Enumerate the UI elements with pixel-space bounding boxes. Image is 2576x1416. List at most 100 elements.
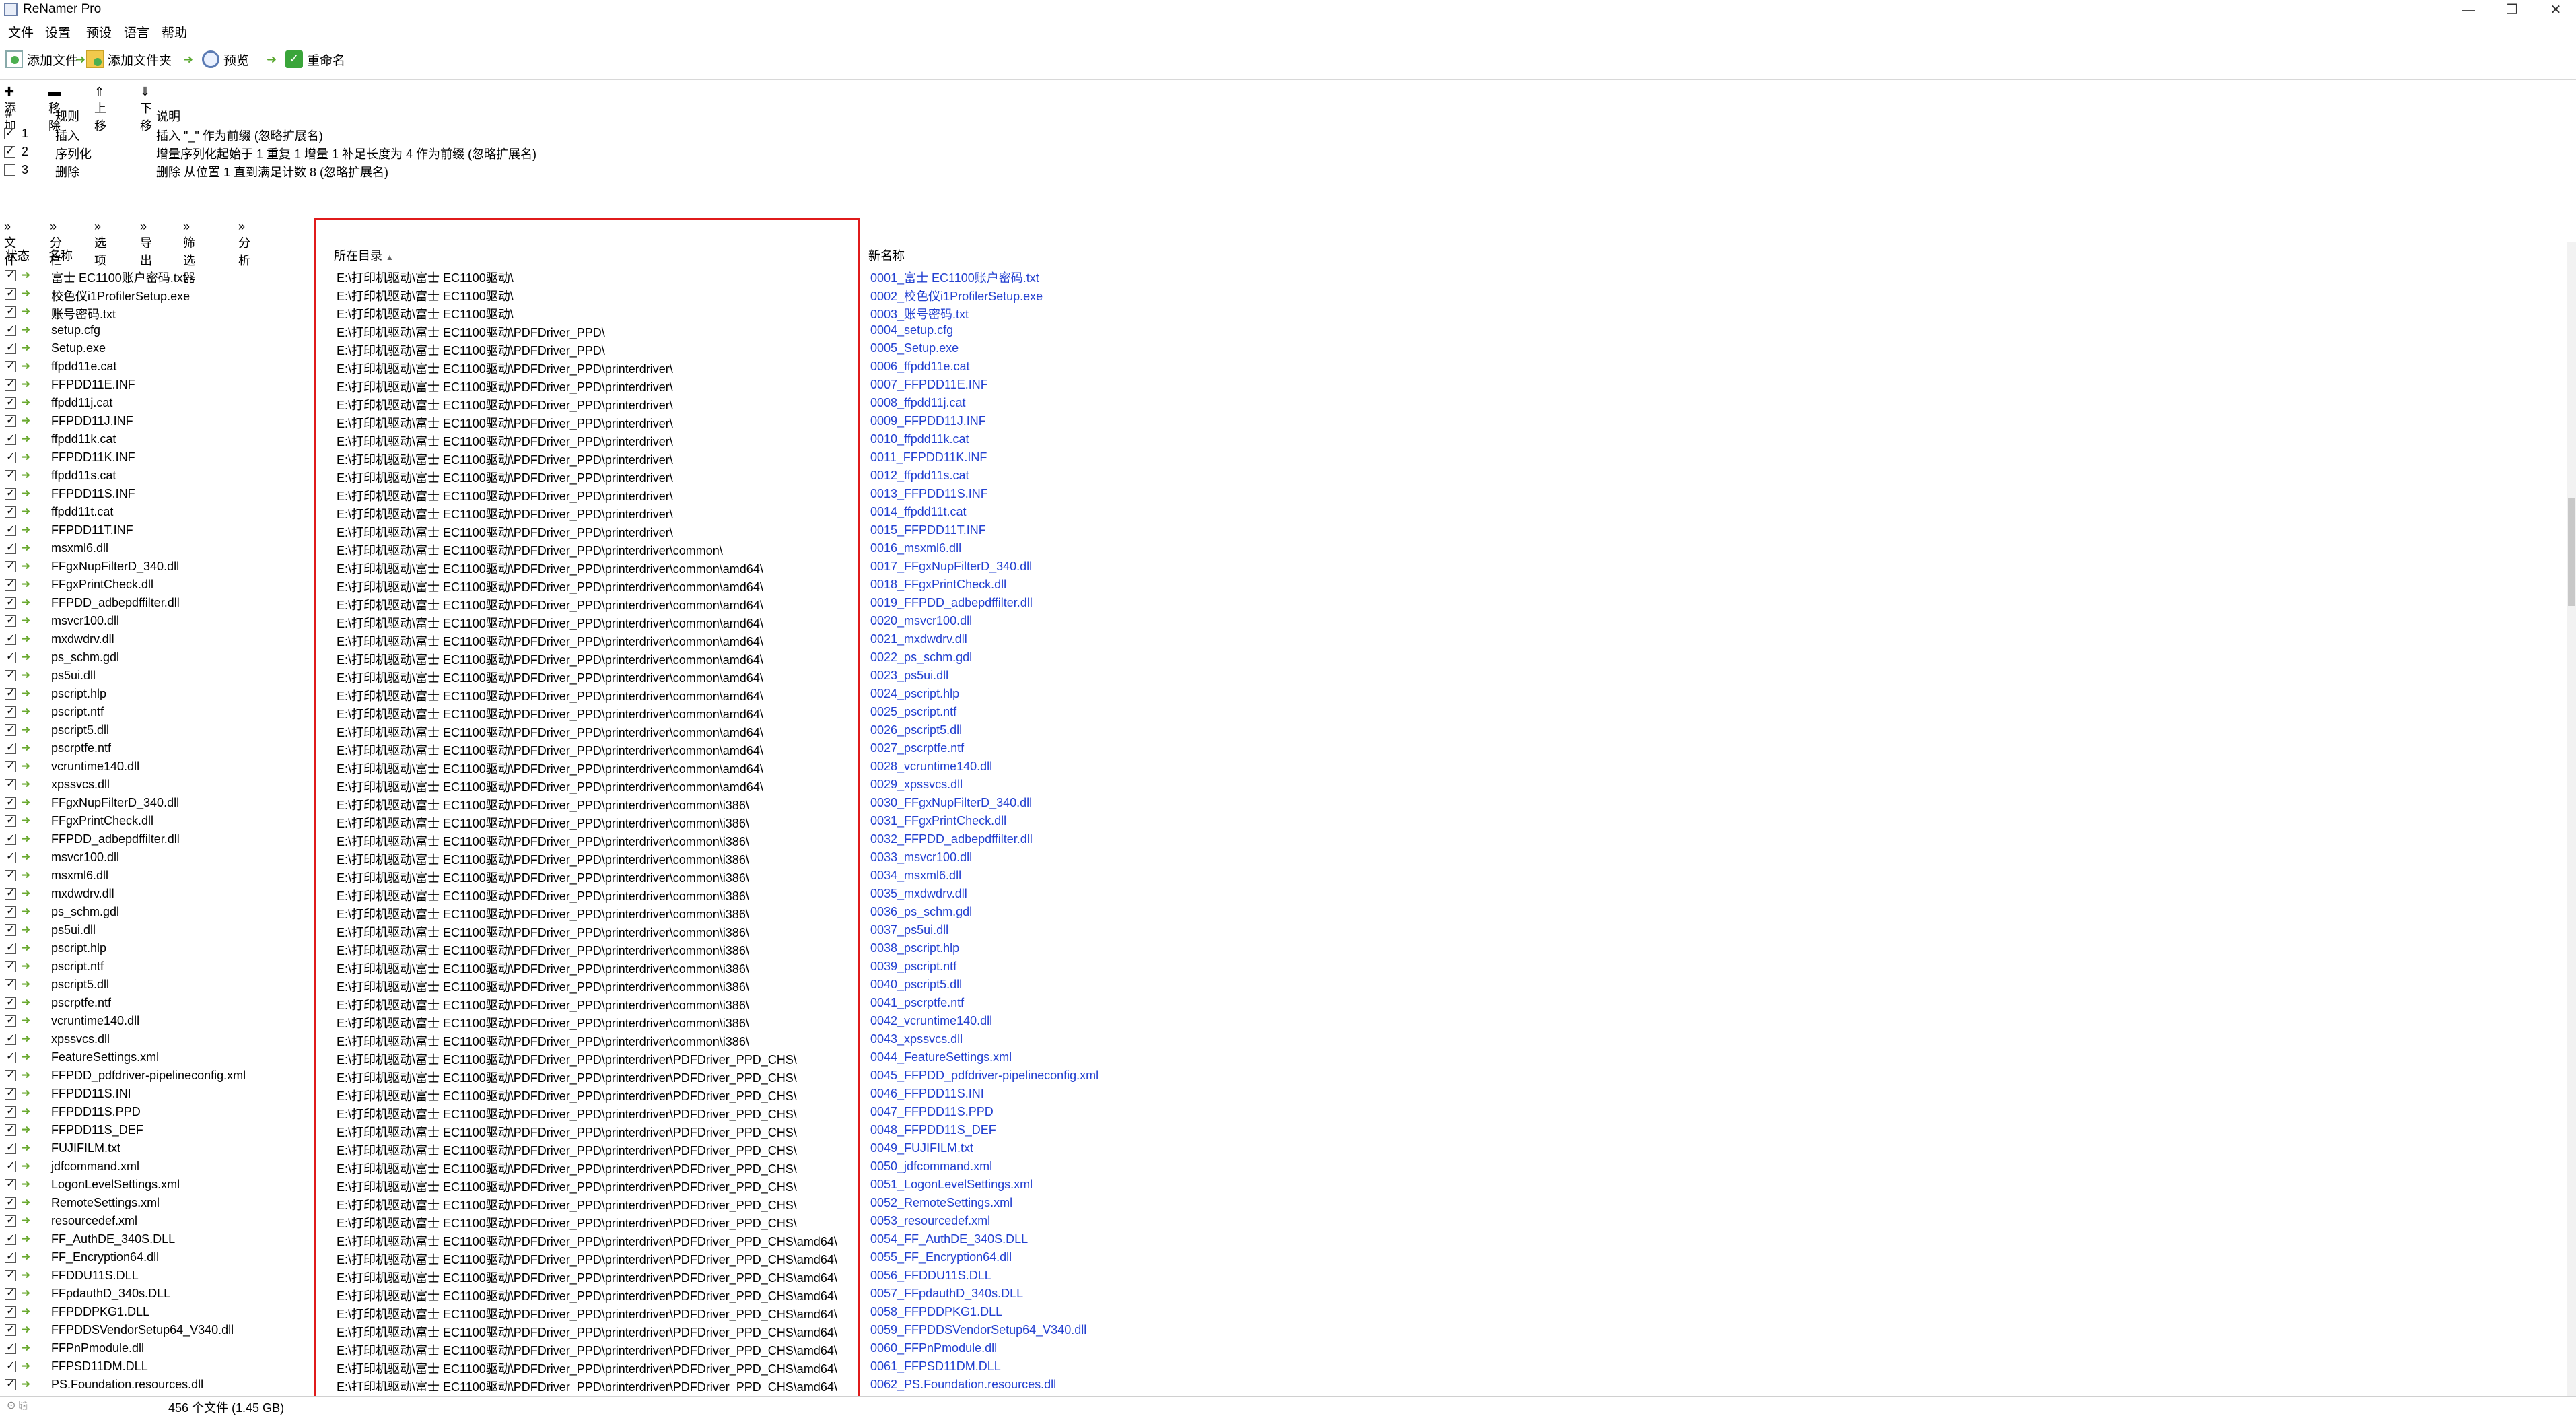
col-path[interactable]: 所在目录 ▲ xyxy=(334,246,394,264)
file-row[interactable]: ➜ ps5ui.dll E:\打印机驱动\富士 EC1100驱动\PDFDriver… xyxy=(0,921,2565,939)
file-row[interactable]: ➜ FFPDDSVendorSetup64_V340.dll E:\打印机驱动\富士… xyxy=(0,1321,2565,1339)
file-row[interactable]: ➜ LogonLevelSettings.xml E:\打印机驱动\富士 EC110… xyxy=(0,1176,2565,1194)
file-checkbox[interactable] xyxy=(5,922,16,936)
file-row[interactable]: ➜ pscript.ntf E:\打印机驱动\富士 EC1100驱动\PDFDriv… xyxy=(0,703,2565,721)
file-row[interactable]: ➜ Setup.exe E:\打印机驱动\富士 EC1100驱动\PDFDriver… xyxy=(0,339,2565,358)
file-row[interactable]: ➜ ffpdd11s.cat E:\打印机驱动\富士 EC1100驱动\PDFDri… xyxy=(0,467,2565,485)
file-row[interactable]: ➜ ffpdd11e.cat E:\打印机驱动\富士 EC1100驱动\PDFDri… xyxy=(0,358,2565,376)
file-checkbox[interactable] xyxy=(5,577,16,591)
file-checkbox[interactable] xyxy=(5,941,16,954)
file-row[interactable]: ➜ ps_schm.gdl E:\打印机驱动\富士 EC1100驱动\PDFDriv… xyxy=(0,648,2565,667)
file-checkbox[interactable] xyxy=(5,977,16,990)
file-checkbox[interactable] xyxy=(5,1159,16,1172)
file-row[interactable]: ➜ jdfcommand.xml E:\打印机驱动\富士 EC1100驱动\PDFD… xyxy=(0,1157,2565,1176)
file-list[interactable]: ➜ 富士 EC1100账户密码.txt E:\打印机驱动\富士 EC1100驱动\ 0… xyxy=(0,267,2565,1391)
file-row[interactable]: ➜ FFDDU11S.DLL E:\打印机驱动\富士 EC1100驱动\PDFDri… xyxy=(0,1267,2565,1285)
file-row[interactable]: ➜ xpssvcs.dll E:\打印机驱动\富士 EC1100驱动\PDFDriv… xyxy=(0,776,2565,794)
file-checkbox[interactable] xyxy=(5,759,16,772)
file-checkbox[interactable] xyxy=(5,1359,16,1372)
file-checkbox[interactable] xyxy=(5,795,16,809)
file-row[interactable]: ➜ FFPSD11DM.DLL E:\打印机驱动\富士 EC1100驱动\PDFDr… xyxy=(0,1357,2565,1376)
rule-checkbox[interactable] xyxy=(4,126,15,139)
file-checkbox[interactable] xyxy=(5,1068,16,1081)
file-checkbox[interactable] xyxy=(5,559,16,572)
menu-help[interactable]: 帮助 xyxy=(162,23,187,41)
file-row[interactable]: ➜ pscript.ntf E:\打印机驱动\富士 EC1100驱动\PDFDriv… xyxy=(0,957,2565,976)
maximize-icon[interactable]: ❐ xyxy=(2492,0,2532,20)
rules-col-rule[interactable]: 规则 xyxy=(55,107,79,125)
file-checkbox[interactable] xyxy=(5,1177,16,1190)
file-checkbox[interactable] xyxy=(5,613,16,627)
file-row[interactable]: ➜ PS.Foundation.resources.dll E:\打印机驱动\富士 … xyxy=(0,1376,2565,1391)
file-row[interactable]: ➜ 校色仪i1ProfilerSetup.exe E:\打印机驱动\富士 EC110… xyxy=(0,285,2565,303)
file-checkbox[interactable] xyxy=(5,1377,16,1390)
menu-language[interactable]: 语言 xyxy=(124,23,149,41)
file-row[interactable]: ➜ FF_AuthDE_340S.DLL E:\打印机驱动\富士 EC1100驱动\… xyxy=(0,1230,2565,1248)
file-row[interactable]: ➜ mxdwdrv.dll E:\打印机驱动\富士 EC1100驱动\PDFDriv… xyxy=(0,885,2565,903)
file-row[interactable]: ➜ ffpdd11t.cat E:\打印机驱动\富士 EC1100驱动\PDFDri… xyxy=(0,503,2565,521)
file-checkbox[interactable] xyxy=(5,1013,16,1027)
file-checkbox[interactable] xyxy=(5,323,16,336)
file-checkbox[interactable] xyxy=(5,904,16,918)
file-row[interactable]: ➜ FFPnPmodule.dll E:\打印机驱动\富士 EC1100驱动\PDF… xyxy=(0,1339,2565,1357)
file-row[interactable]: ➜ ffpdd11j.cat E:\打印机驱动\富士 EC1100驱动\PDFDri… xyxy=(0,394,2565,412)
file-checkbox[interactable] xyxy=(5,1050,16,1063)
menu-file[interactable]: 文件 xyxy=(8,23,34,41)
file-row[interactable]: ➜ msvcr100.dll E:\打印机驱动\富士 EC1100驱动\PDFDri… xyxy=(0,612,2565,630)
file-row[interactable]: ➜ RemoteSettings.xml E:\打印机驱动\富士 EC1100驱动\… xyxy=(0,1194,2565,1212)
file-row[interactable]: ➜ FFPDD_pdfdriver-pipelineconfig.xml E:\打印… xyxy=(0,1067,2565,1085)
file-row[interactable]: ➜ 账号密码.txt E:\打印机驱动\富士 EC1100驱动\ 0003_账号密码.… xyxy=(0,303,2565,321)
rule-checkbox[interactable] xyxy=(4,164,15,176)
file-checkbox[interactable] xyxy=(5,832,16,845)
file-row[interactable]: ➜ ffpdd11k.cat E:\打印机驱动\富士 EC1100驱动\PDFDri… xyxy=(0,430,2565,448)
file-checkbox[interactable] xyxy=(5,1104,16,1118)
file-row[interactable]: ➜ pscrptfe.ntf E:\打印机驱动\富士 EC1100驱动\PDFDri… xyxy=(0,994,2565,1012)
file-row[interactable]: ➜ FFPDD_adbepdffilter.dll E:\打印机驱动\富士 EC11… xyxy=(0,830,2565,848)
file-row[interactable]: ➜ FFPDD11S.INI E:\打印机驱动\富士 EC1100驱动\PDFDri… xyxy=(0,1085,2565,1103)
minimize-icon[interactable]: — xyxy=(2448,0,2488,20)
file-row[interactable]: ➜ FFPDDPKG1.DLL E:\打印机驱动\富士 EC1100驱动\PDFDr… xyxy=(0,1303,2565,1321)
file-checkbox[interactable] xyxy=(5,304,16,318)
file-row[interactable]: ➜ FFpdauthD_340s.DLL E:\打印机驱动\富士 EC1100驱动\… xyxy=(0,1285,2565,1303)
file-checkbox[interactable] xyxy=(5,359,16,372)
file-checkbox[interactable] xyxy=(5,868,16,881)
file-checkbox[interactable] xyxy=(5,541,16,554)
file-row[interactable]: ➜ xpssvcs.dll E:\打印机驱动\富士 EC1100驱动\PDFDriv… xyxy=(0,1030,2565,1048)
file-row[interactable]: ➜ FFPDD11E.INF E:\打印机驱动\富士 EC1100驱动\PDFDri… xyxy=(0,376,2565,394)
file-checkbox[interactable] xyxy=(5,1086,16,1100)
file-checkbox[interactable] xyxy=(5,395,16,409)
file-row[interactable]: ➜ FUJIFILM.txt E:\打印机驱动\富士 EC1100驱动\PDFDri… xyxy=(0,1139,2565,1157)
file-checkbox[interactable] xyxy=(5,668,16,681)
file-row[interactable]: ➜ mxdwdrv.dll E:\打印机驱动\富士 EC1100驱动\PDFDriv… xyxy=(0,630,2565,648)
rules-col-num[interactable]: # xyxy=(5,107,12,121)
scrollbar-thumb[interactable] xyxy=(2568,498,2575,606)
file-row[interactable]: ➜ FFPDD11J.INF E:\打印机驱动\富士 EC1100驱动\PDFDri… xyxy=(0,412,2565,430)
file-row[interactable]: ➜ FFgxNupFilterD_340.dll E:\打印机驱动\富士 EC110… xyxy=(0,794,2565,812)
file-checkbox[interactable] xyxy=(5,886,16,900)
file-checkbox[interactable] xyxy=(5,522,16,536)
add-folders-button[interactable]: 添加文件夹 xyxy=(86,48,172,70)
file-row[interactable]: ➜ 富士 EC1100账户密码.txt E:\打印机驱动\富士 EC1100驱动\ 0… xyxy=(0,267,2565,285)
rule-row[interactable]: 3 删除 删除 从位置 1 直到满足计数 8 (忽略扩展名) xyxy=(0,162,2576,180)
file-checkbox[interactable] xyxy=(5,432,16,445)
preview-button[interactable]: 预览 xyxy=(202,48,249,70)
file-row[interactable]: ➜ FeatureSettings.xml E:\打印机驱动\富士 EC1100驱动… xyxy=(0,1048,2565,1067)
add-files-button[interactable]: 添加文件 xyxy=(5,48,78,70)
file-checkbox[interactable] xyxy=(5,813,16,827)
file-row[interactable]: ➜ pscript5.dll E:\打印机驱动\富士 EC1100驱动\PDFDri… xyxy=(0,721,2565,739)
file-row[interactable]: ➜ FFPDD11S.INF E:\打印机驱动\富士 EC1100驱动\PDFDri… xyxy=(0,485,2565,503)
file-checkbox[interactable] xyxy=(5,468,16,481)
file-checkbox[interactable] xyxy=(5,995,16,1009)
file-checkbox[interactable] xyxy=(5,1141,16,1154)
file-row[interactable]: ➜ FFPDD11S_DEF E:\打印机驱动\富士 EC1100驱动\PDFDri… xyxy=(0,1121,2565,1139)
file-checkbox[interactable] xyxy=(5,268,16,281)
file-checkbox[interactable] xyxy=(5,850,16,863)
file-row[interactable]: ➜ FFPDD11S.PPD E:\打印机驱动\富士 EC1100驱动\PDFDri… xyxy=(0,1103,2565,1121)
close-icon[interactable]: ✕ xyxy=(2536,0,2576,20)
file-checkbox[interactable] xyxy=(5,777,16,790)
file-checkbox[interactable] xyxy=(5,341,16,354)
file-checkbox[interactable] xyxy=(5,1195,16,1209)
col-name[interactable]: 名称 xyxy=(48,246,73,264)
col-status[interactable]: 状态 xyxy=(5,246,30,264)
file-row[interactable]: ➜ FFgxNupFilterD_340.dll E:\打印机驱动\富士 EC110… xyxy=(0,558,2565,576)
